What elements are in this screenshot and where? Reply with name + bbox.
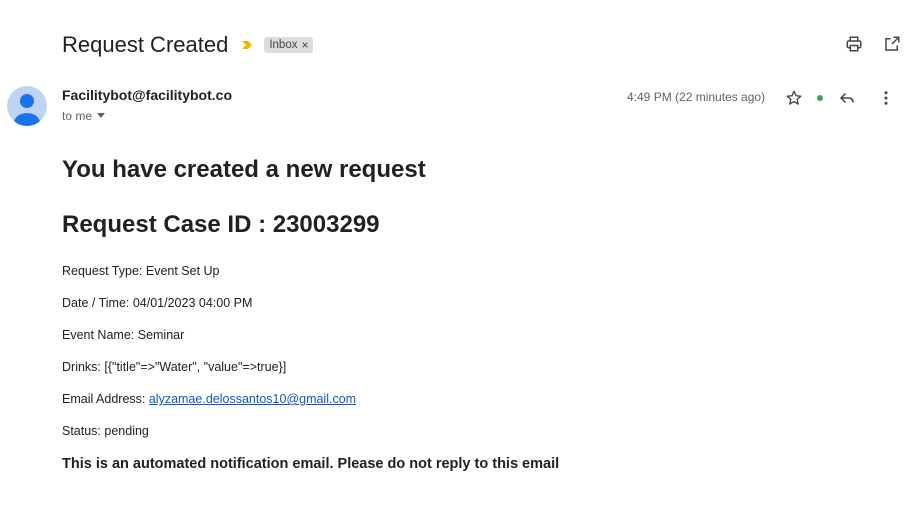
online-status-dot: [817, 95, 823, 101]
sender-avatar: [7, 86, 47, 126]
email-body: You have created a new request Request C…: [62, 155, 822, 472]
print-icon[interactable]: [844, 34, 864, 54]
email-address-link[interactable]: alyzamae.delossantos10@gmail.com: [149, 392, 356, 406]
subject-row: Request Created Inbox ×: [62, 30, 314, 60]
case-id-heading: Request Case ID : 23003299: [62, 211, 380, 238]
remove-label-icon[interactable]: ×: [301, 38, 308, 52]
open-in-new-window-icon[interactable]: [882, 34, 902, 54]
sender-address[interactable]: Facilitybot@facilitybot.co: [62, 87, 232, 103]
date-time: Date / Time: 04/01/2023 04:00 PM: [62, 296, 253, 310]
reply-icon[interactable]: [837, 88, 857, 108]
email-subject: Request Created: [62, 32, 229, 57]
email-address-line: Email Address: alyzamae.delossantos10@gm…: [62, 392, 822, 406]
recipient-details[interactable]: to me: [62, 109, 106, 123]
message-timestamp: 4:49 PM (22 minutes ago): [627, 90, 766, 104]
default-avatar-icon: [14, 94, 40, 126]
message-actions: [784, 88, 905, 108]
importance-marker-icon[interactable]: [240, 38, 254, 52]
event-name: Event Name: Seminar: [62, 328, 185, 342]
thread-actions: [844, 34, 902, 54]
more-vertical-icon[interactable]: [876, 88, 896, 108]
automated-notice: This is an automated notification email.…: [62, 456, 560, 472]
recipient-label: to me: [62, 109, 93, 123]
drinks: Drinks: [{"title"=>"Water", "value"=>tru…: [62, 360, 287, 374]
status: Status: pending: [62, 424, 149, 438]
email-address-label: Email Address:: [62, 392, 149, 406]
inbox-label-text: Inbox: [269, 39, 298, 51]
request-type: Request Type: Event Set Up: [62, 264, 220, 278]
star-icon[interactable]: [784, 88, 804, 108]
chevron-down-icon[interactable]: [96, 111, 106, 121]
body-heading: You have created a new request: [62, 156, 426, 183]
inbox-label-chip[interactable]: Inbox ×: [264, 37, 314, 53]
